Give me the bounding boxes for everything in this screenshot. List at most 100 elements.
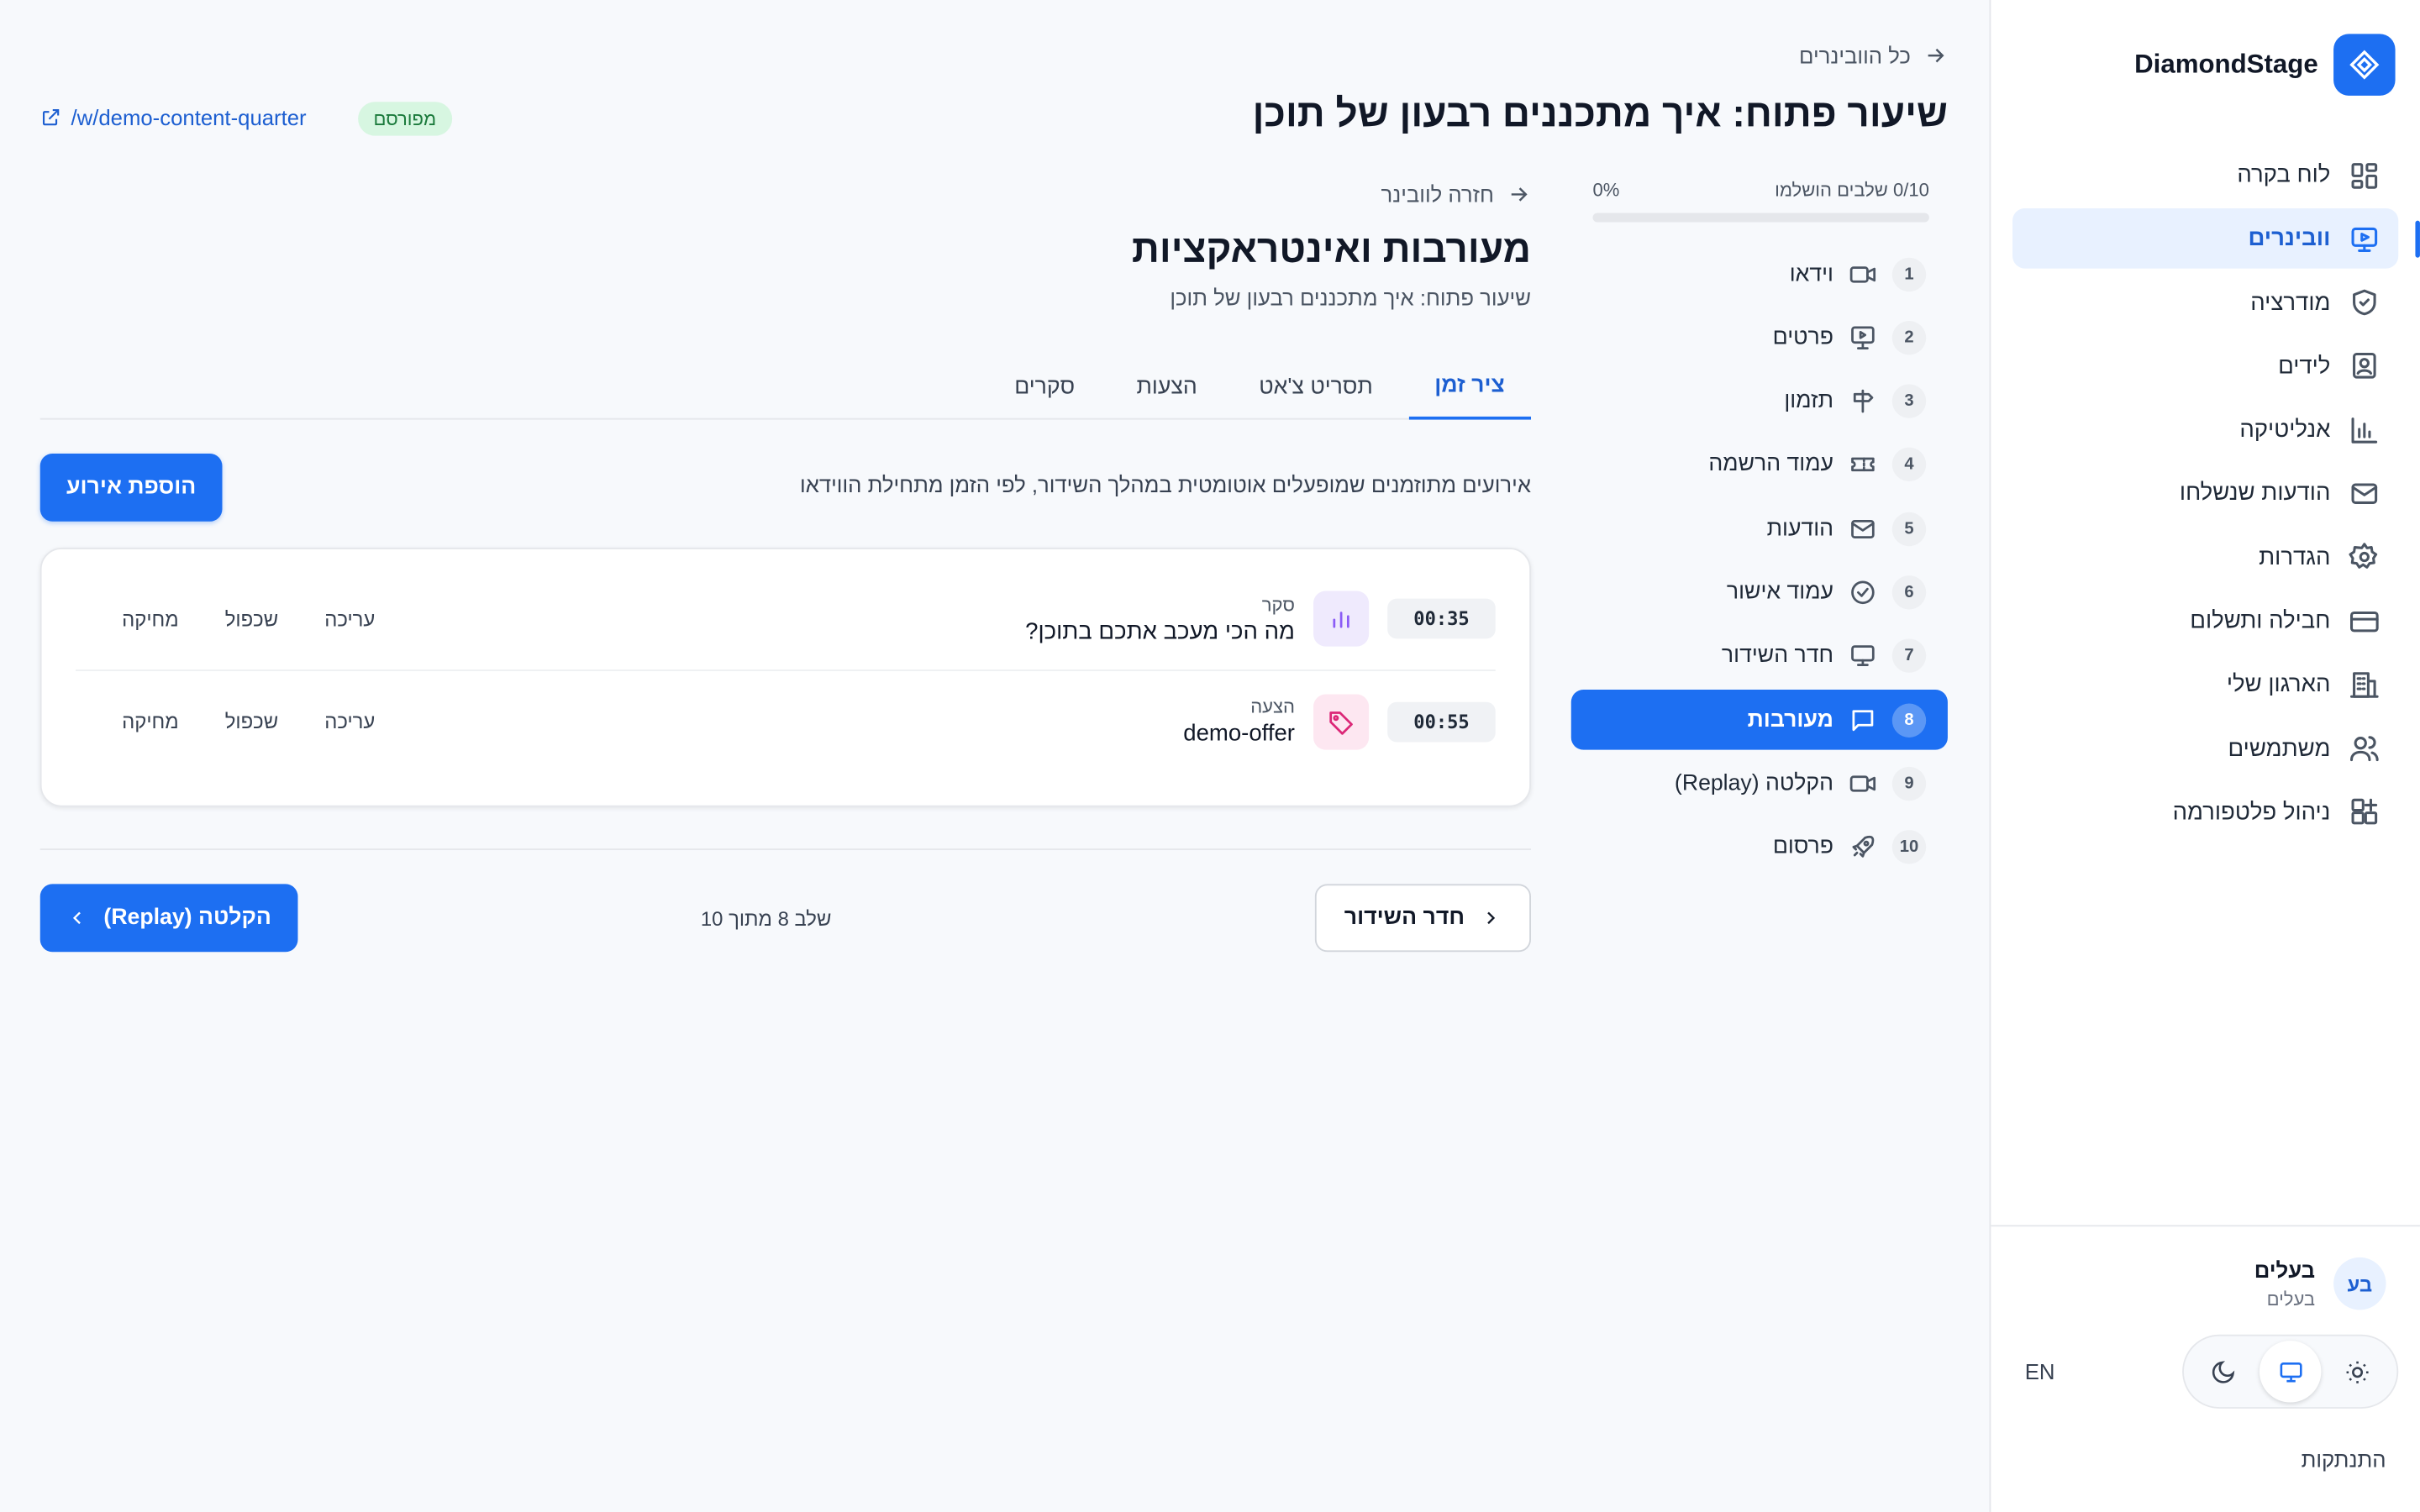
chat-icon [1852, 709, 1874, 731]
step-item[interactable]: 2 פרטים [1571, 307, 1948, 368]
progress-label: 0/10 שלבים הושלמו [1775, 179, 1929, 201]
event-type-icon [1313, 693, 1370, 749]
event-time: 00:55 [1387, 701, 1496, 742]
step-number: 6 [1891, 575, 1927, 610]
brand[interactable]: DiamondStage [2134, 34, 2396, 96]
rocket-icon [1852, 836, 1875, 858]
sidebar-item[interactable]: ניהול פלטפורמה [2012, 782, 2398, 843]
video-icon [1849, 265, 1876, 282]
tab[interactable]: הצעות [1110, 354, 1223, 419]
back-to-webinar-link[interactable]: חזרה לוובינר [1381, 182, 1531, 207]
step-label: פרסום [1772, 834, 1833, 860]
gear-icon [2349, 543, 2378, 570]
step-item[interactable]: 5 הודעות [1571, 499, 1948, 559]
duplicate-event-button[interactable]: שכפול [225, 710, 278, 733]
user-profile[interactable]: בע בעלים בעלים [2254, 1257, 2386, 1310]
status-badge: מפורסם [358, 102, 452, 136]
dashboard-icon [2351, 162, 2378, 188]
sidebar-item[interactable]: לוח בקרה [2012, 145, 2398, 206]
sidebar-item[interactable]: חבילה ותשלום [2012, 591, 2398, 652]
timeline-event-row: 00:55 הצעה demo-offer מחיקה שכפול עריכה [75, 669, 1496, 771]
step-item[interactable]: 10 פרסום [1571, 817, 1948, 878]
next-step-button[interactable]: הקלטה (Replay) [39, 884, 298, 953]
monitor-icon[interactable] [2259, 1341, 2322, 1403]
monitor-icon [1851, 645, 1875, 667]
tab[interactable]: ציר זמן [1407, 354, 1532, 420]
next-step-label: הקלטה (Replay) [103, 906, 271, 931]
sidebar-item-label: משתמשים [2228, 735, 2331, 762]
step-item[interactable]: 4 עמוד הרשמה [1571, 435, 1948, 496]
sidebar-item[interactable]: וובינרים [2012, 208, 2420, 270]
brand-name: DiamondStage [2134, 49, 2318, 79]
sidebar-footer: בע בעלים בעלים EN התנתקות [1991, 1225, 2420, 1512]
event-title: demo-offer [1183, 720, 1295, 747]
events-list: 00:35 סקר מה הכי מעכב אתכם בתוכן? מחיקה שכפו… [39, 548, 1532, 807]
step-number: 10 [1891, 830, 1927, 864]
credit-card-icon [2349, 611, 2379, 632]
sidebar-item-label: הודעות שנשלחו [2179, 480, 2331, 507]
event-type: סקר [1261, 593, 1295, 615]
sidebar-item-label: לידים [2278, 353, 2331, 380]
sidebar-item-label: חבילה ותשלום [2190, 607, 2331, 635]
step-label: עמוד הרשמה [1708, 452, 1833, 478]
sun-icon[interactable] [2327, 1341, 2388, 1402]
contact-icon [2353, 353, 2376, 380]
sidebar-item-label: הארגון שלי [2226, 671, 2331, 698]
check-circle-icon [1851, 580, 1875, 605]
step-number: 3 [1891, 384, 1927, 418]
tab[interactable]: סקרים [988, 354, 1101, 419]
signpost-icon [1853, 389, 1874, 413]
delete-event-button[interactable]: מחיקה [122, 607, 179, 631]
step-label: מעורבות [1747, 707, 1833, 732]
step-label: פרטים [1772, 325, 1833, 350]
public-url-link[interactable]: /w/demo-content-quarter [40, 105, 307, 129]
sidebar-item[interactable]: הגדרות [2012, 528, 2398, 588]
steps-list: 1 וידאו 2 פרטים 3 תזמון 4 עמוד הרשמה 5 הודעות 6 עמו… [1570, 244, 1948, 880]
sidebar-item[interactable]: משתמשים [2012, 718, 2398, 779]
tab[interactable]: תסריט צ'אט [1233, 354, 1399, 419]
sidebar-item-label: לוח בקרה [2237, 161, 2331, 189]
poll-icon [1333, 612, 1349, 628]
back-to-webinars-link[interactable]: כל הוובינרים [1799, 43, 1948, 68]
edit-event-button[interactable]: עריכה [324, 607, 375, 631]
back-to-webinars-label: כל הוובינרים [1799, 43, 1911, 68]
step-number: 8 [1891, 702, 1927, 738]
event-type-icon [1313, 591, 1370, 647]
sidebar-item-label: אנליטיקה [2239, 417, 2331, 444]
sidebar: DiamondStage לוח בקרה וובינרים מודרציה לידי… [1989, 0, 2420, 1512]
sidebar-item[interactable]: הארגון שלי [2012, 654, 2398, 715]
prev-step-label: חדר השידור [1344, 906, 1465, 931]
sidebar-item[interactable]: מודרציה [2012, 272, 2398, 333]
step-item[interactable]: 7 חדר השידור [1571, 626, 1948, 686]
sidebar-item-label: מודרציה [2250, 289, 2331, 316]
chevron-right-icon [1487, 911, 1496, 925]
users-icon [2349, 736, 2379, 762]
step-number: 5 [1891, 512, 1927, 546]
user-role: בעלים [2266, 1288, 2316, 1310]
add-event-button[interactable]: הוספת אירוע [39, 453, 223, 522]
avatar: בע [2333, 1257, 2386, 1310]
sidebar-item[interactable]: לידים [2012, 336, 2398, 396]
main-content: כל הוובינרים שיעור פתוח: איך מתכננים רבע… [39, 0, 1948, 1512]
sidebar-item[interactable]: הודעות שנשלחו [2012, 464, 2398, 524]
sidebar-item-label: הגדרות [2259, 543, 2331, 571]
moon-icon[interactable] [2192, 1341, 2254, 1402]
event-type: הצעה [1250, 696, 1295, 718]
prev-step-button[interactable]: חדר השידור [1314, 884, 1532, 953]
mail-icon [1851, 519, 1875, 538]
step-item[interactable]: 3 תזמון [1571, 371, 1948, 432]
step-item[interactable]: 6 עמוד אישור [1571, 562, 1948, 622]
step-item[interactable]: 8 מעורבות [1570, 690, 1948, 750]
language-toggle[interactable]: EN [2025, 1359, 2055, 1383]
event-time: 00:35 [1387, 598, 1496, 639]
logout-link[interactable]: התנתקות [2302, 1447, 2386, 1472]
mail-icon [2351, 483, 2378, 504]
engagement-section: חזרה לוובינר מעורבות ואינטראקציות שיעור … [39, 173, 1532, 975]
step-label: הקלטה (Replay) [1674, 771, 1833, 796]
duplicate-event-button[interactable]: שכפול [225, 607, 278, 631]
edit-event-button[interactable]: עריכה [324, 710, 375, 733]
delete-event-button[interactable]: מחיקה [122, 710, 179, 733]
step-item[interactable]: 9 הקלטה (Replay) [1571, 753, 1948, 814]
sidebar-item[interactable]: אנליטיקה [2012, 400, 2398, 460]
step-item[interactable]: 1 וידאו [1571, 244, 1948, 304]
